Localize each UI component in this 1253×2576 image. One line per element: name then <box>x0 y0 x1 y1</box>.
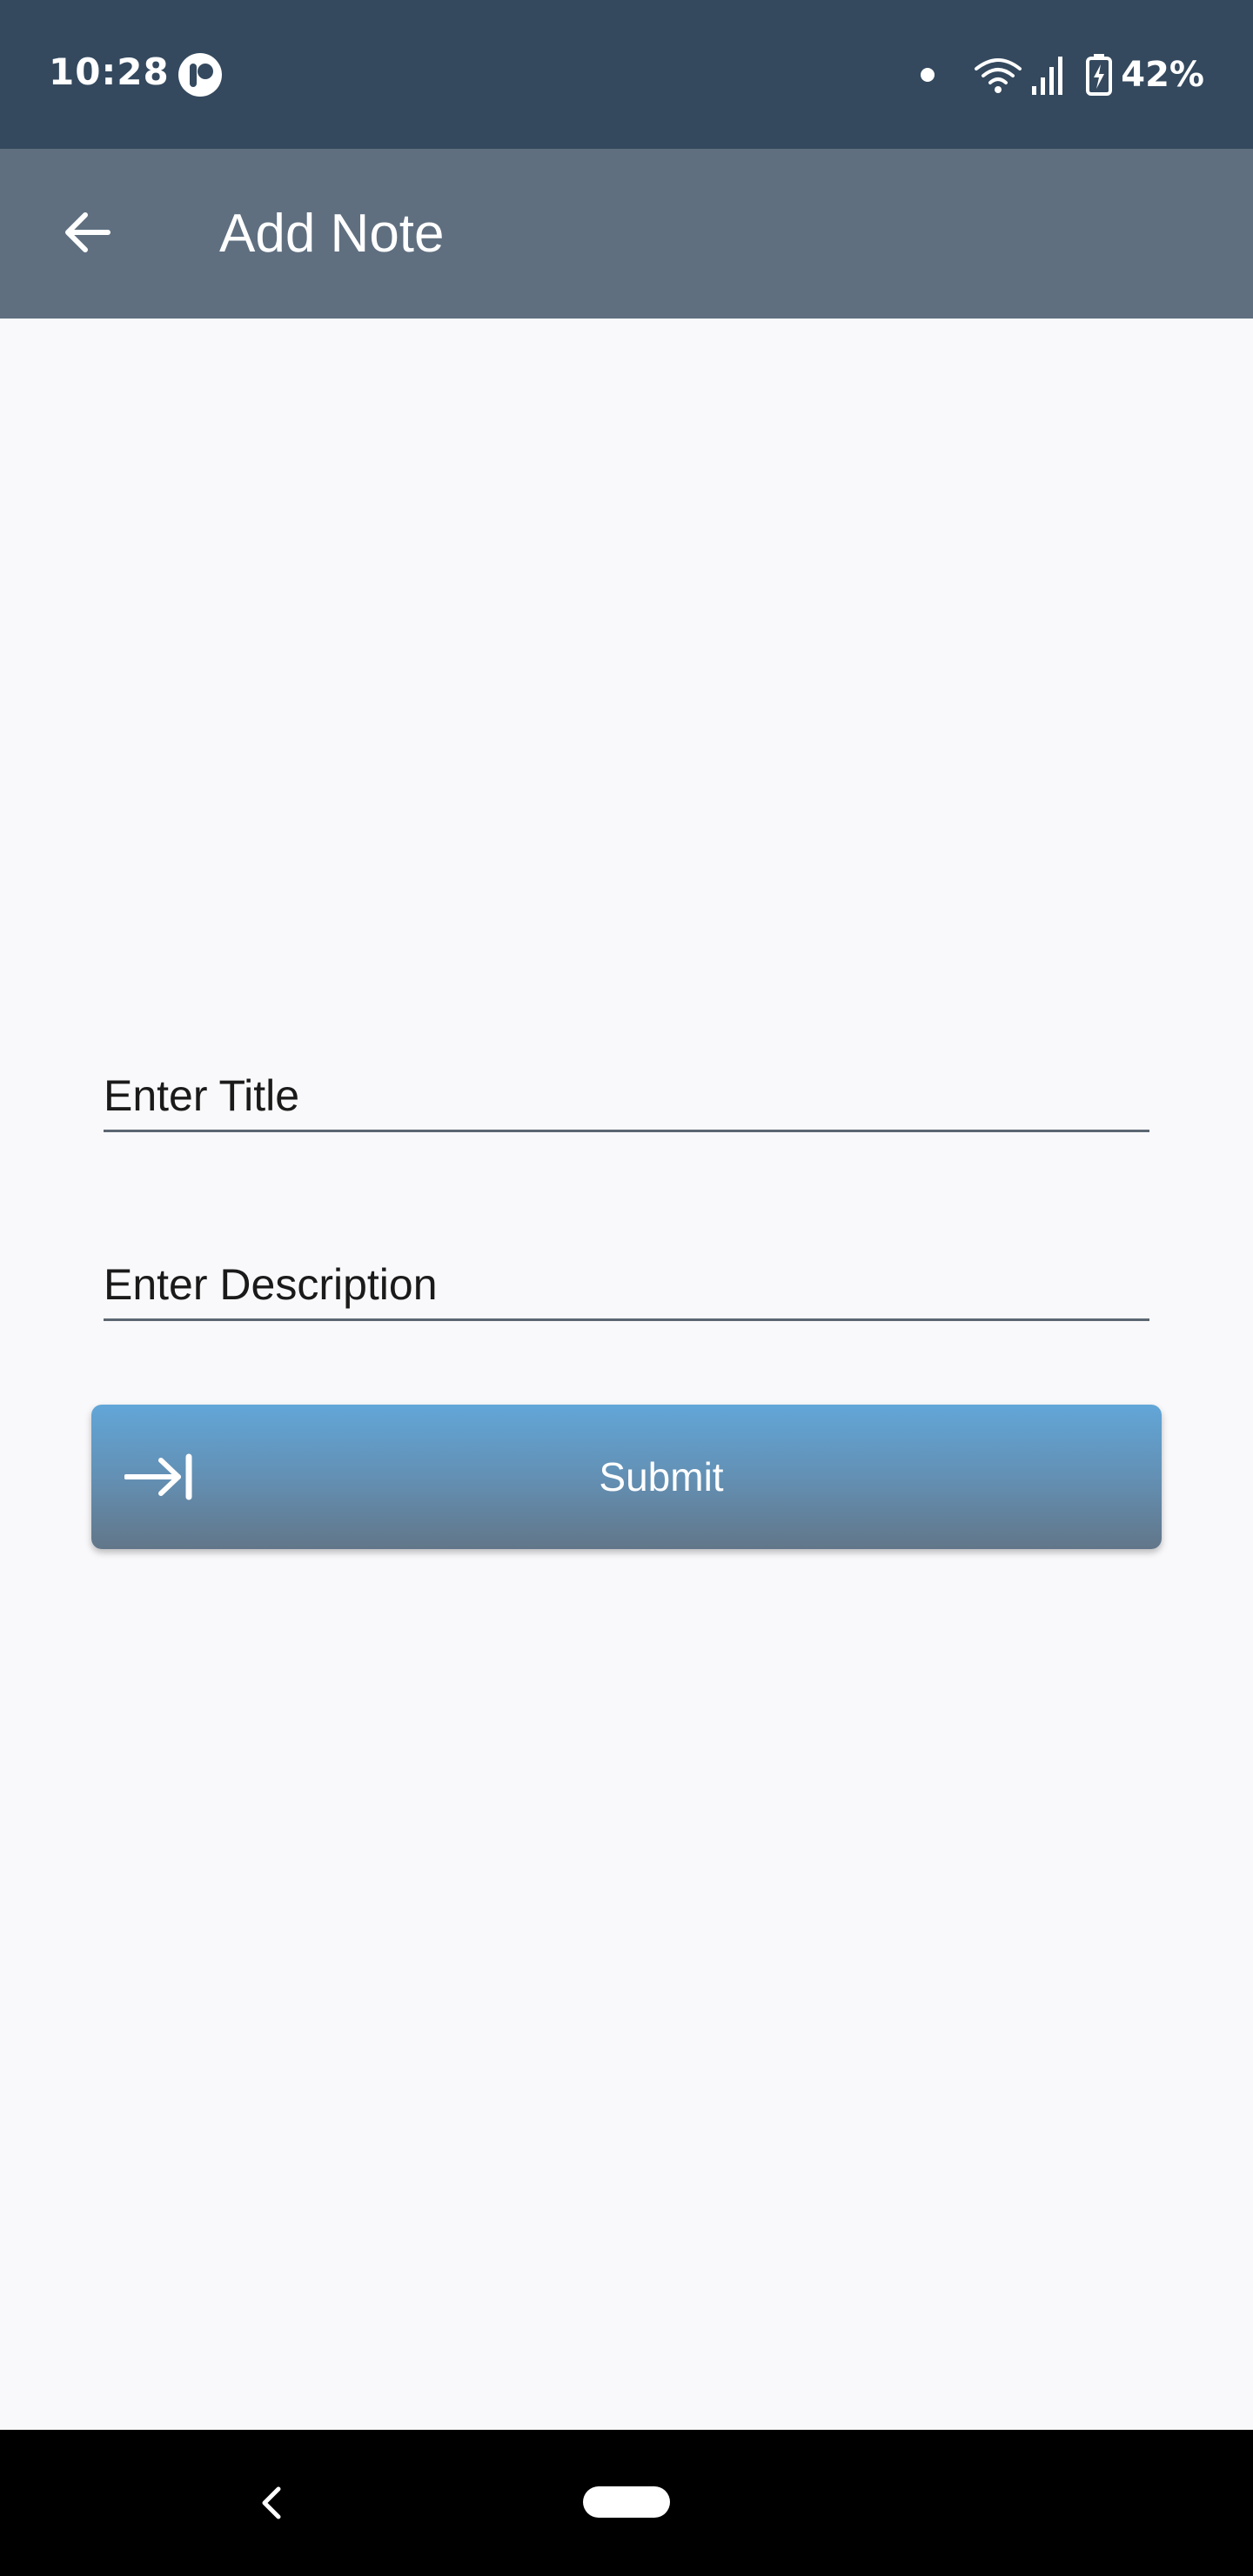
status-time: 10:28 <box>49 50 170 93</box>
nav-back-icon[interactable] <box>252 2479 291 2527</box>
description-field <box>104 1231 1149 1321</box>
arrow-back-icon <box>65 212 111 252</box>
title-input[interactable] <box>104 1070 1149 1121</box>
app-notification-icon <box>178 53 222 97</box>
submit-button[interactable]: Submit <box>91 1405 1162 1549</box>
app-bar: Add Note <box>0 149 1253 319</box>
title-field <box>104 1043 1149 1132</box>
status-icons: 42% <box>921 49 1204 101</box>
screen: 10:28 42% Add Note Enter Title Enter Des… <box>0 0 1253 2576</box>
back-button[interactable] <box>38 184 136 281</box>
battery-percentage: 42% <box>1121 55 1204 95</box>
home-pill[interactable] <box>583 2486 670 2518</box>
description-input[interactable] <box>104 1259 1149 1310</box>
navigation-bar <box>0 2430 1253 2576</box>
battery-charging-icon <box>1086 54 1113 96</box>
submit-label: Submit <box>599 1454 724 1499</box>
signal-icon <box>1032 57 1063 95</box>
wifi-icon <box>975 58 1022 93</box>
status-bar: 10:28 42% <box>0 0 1253 149</box>
page-title: Add Note <box>219 204 445 264</box>
dot-icon <box>921 68 935 82</box>
